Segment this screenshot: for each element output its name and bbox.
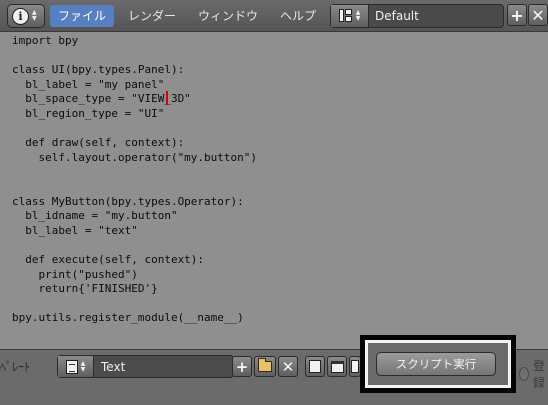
folder-icon [258, 358, 272, 372]
code-line[interactable]: def draw(self, context): [12, 136, 257, 151]
menu-help[interactable]: ヘルプ [272, 5, 324, 27]
syntax-icon [351, 360, 359, 373]
text-cursor [166, 91, 168, 105]
code-line[interactable]: class MyButton(bpy.types.Operator): [12, 195, 257, 210]
plus-icon: + [235, 357, 249, 376]
code-line[interactable]: bl_idname = "my.button" [12, 209, 257, 224]
code-line[interactable]: class UI(bpy.types.Panel): [12, 63, 257, 78]
code-line[interactable]: bpy.utils.register_module(__name__) [12, 311, 257, 326]
register-label: 登録 [533, 359, 546, 390]
code-line[interactable] [12, 165, 257, 180]
new-text-button[interactable]: + [232, 356, 252, 377]
menu-window[interactable]: ウィンドウ [190, 5, 266, 27]
code-line[interactable]: bl_label = "text" [12, 224, 257, 239]
updown-arrows-icon: ▲ ▼ [32, 9, 37, 22]
code-line[interactable]: bl_space_type = "VIEW_3D" [12, 92, 257, 107]
layout-grid-icon [338, 9, 353, 23]
footer-left-label[interactable]: ﾍﾟﾚｰﾄ [0, 358, 30, 375]
x-icon: ✕ [281, 357, 295, 376]
text-browse-button[interactable]: ▲ ▼ [58, 356, 94, 377]
main-menu: ファイル レンダー ウィンドウ ヘルプ [50, 5, 330, 27]
word-wrap-toggle[interactable] [327, 356, 347, 377]
code-line[interactable] [12, 180, 257, 195]
code-line[interactable]: def execute(self, context): [12, 253, 257, 268]
plus-icon: + [510, 5, 524, 25]
line-numbers-icon [309, 360, 321, 373]
word-wrap-icon [330, 360, 344, 373]
header-bar: i ▲ ▼ ファイル レンダー ウィンドウ ヘルプ ▲ ▼ Default + ✕ [0, 0, 548, 32]
screen-layout-selector[interactable]: ▲ ▼ Default [330, 4, 504, 28]
code-line[interactable] [12, 297, 257, 312]
unlink-text-button[interactable]: ✕ [278, 356, 298, 377]
text-editor[interactable]: import bpy class UI(bpy.types.Panel): bl_… [0, 32, 548, 349]
code-line[interactable]: bl_region_type = "UI" [12, 107, 257, 122]
code-line[interactable]: import bpy [12, 34, 257, 49]
menu-render[interactable]: レンダー [120, 5, 184, 27]
text-datablock-selector[interactable]: ▲ ▼ Text [57, 355, 234, 378]
code-line[interactable]: bl_label = "my panel" [12, 78, 257, 93]
editor-type-selector[interactable]: i ▲ ▼ [7, 4, 45, 28]
delete-screen-button[interactable]: ✕ [528, 4, 548, 26]
open-text-button[interactable] [254, 356, 276, 377]
add-screen-button[interactable]: + [507, 4, 527, 26]
menu-file[interactable]: ファイル [50, 5, 115, 27]
register-toggle[interactable]: 登録 [519, 357, 548, 391]
code-line[interactable]: self.layout.operator("my.button") [12, 151, 257, 166]
updown-arrows-icon: ▲ ▼ [355, 9, 361, 22]
checkbox-icon [519, 367, 529, 381]
updown-arrows-icon: ▲ ▼ [80, 359, 86, 373]
info-icon: i [12, 7, 29, 25]
code-line[interactable] [12, 49, 257, 64]
text-document-icon [65, 359, 78, 374]
screen-layout-name[interactable]: Default [369, 9, 419, 23]
x-icon: ✕ [531, 5, 545, 25]
code-text[interactable]: import bpy class UI(bpy.types.Panel): bl_… [12, 34, 257, 326]
code-line[interactable] [12, 238, 257, 253]
screen-layout-menu-button[interactable]: ▲ ▼ [331, 5, 369, 27]
code-line[interactable] [12, 122, 257, 137]
code-line[interactable]: print("pushed") [12, 268, 257, 283]
run-script-button[interactable]: スクリプト実行 [376, 352, 496, 376]
code-line[interactable]: return{'FINISHED'} [12, 282, 257, 297]
text-datablock-name[interactable]: Text [94, 360, 125, 374]
line-numbers-toggle[interactable] [305, 356, 325, 377]
